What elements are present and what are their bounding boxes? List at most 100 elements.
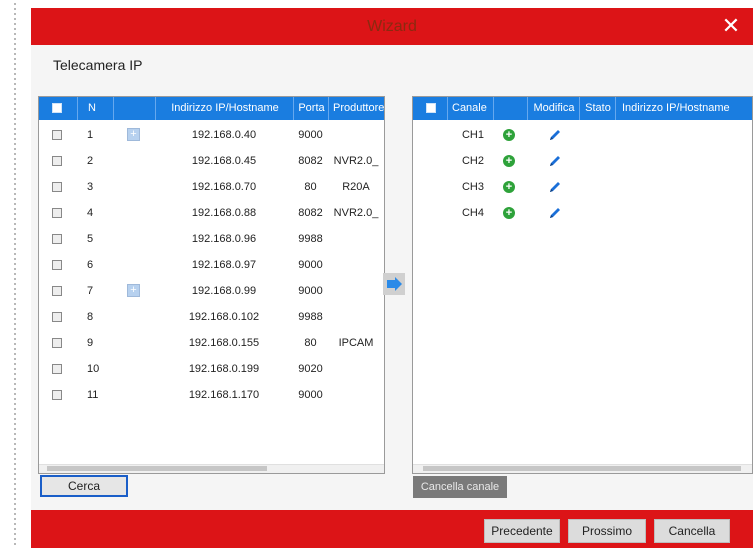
close-icon[interactable]: ✕ [719,12,743,40]
row-ip-address: 192.168.1.170 [188,389,260,401]
row-checkbox[interactable] [52,130,62,140]
select-all-channels-checkbox[interactable] [426,103,436,113]
column-header-port[interactable]: Porta [293,97,329,120]
column-header-product[interactable]: Produttore [328,97,384,120]
row-ip-address: 192.168.0.97 [191,259,257,271]
row-product [328,304,384,330]
row-checkbox[interactable] [52,208,62,218]
row-checkbox[interactable] [52,286,62,296]
row-checkbox[interactable] [52,364,62,374]
row-product: NVR2.0_ [333,207,379,219]
row-ip-address: 192.168.0.70 [191,181,257,193]
ip-camera-row[interactable]: 11 192.168.1.170 9000 [39,382,384,408]
column-header-n[interactable]: N [77,97,113,120]
ip-camera-list-panel: N Indirizzo IP/Hostname Porta Produttore… [38,96,385,474]
ip-camera-row[interactable]: 7 +192.168.0.99 9000 [39,278,384,304]
ip-camera-row[interactable]: 9 192.168.0.155 80 IPCAM [39,330,384,356]
pencil-icon[interactable] [548,128,562,142]
move-to-channel-button[interactable] [383,273,405,295]
ip-camera-row[interactable]: 4 192.168.0.88 8082 NVR2.0_ [39,200,384,226]
row-ip-address: 192.168.0.96 [191,233,257,245]
row-product: IPCAM [338,337,374,349]
row-checkbox[interactable] [52,260,62,270]
ip-camera-table-header: N Indirizzo IP/Hostname Porta Produttore [39,97,384,120]
row-port: 9000 [298,389,323,401]
row-channel: CH1 [461,129,484,141]
section-title: Telecamera IP [53,57,143,73]
select-all-cameras-checkbox[interactable] [52,103,62,113]
footer-bar: Precedente Prossimo Cancella [31,510,753,548]
channel-row[interactable]: CH1 + [413,122,752,148]
row-port: 80 [304,337,317,349]
column-header-add [113,97,156,120]
channel-row[interactable]: CH3 + [413,174,752,200]
row-ip-address: 192.168.0.199 [188,363,260,375]
row-checkbox[interactable] [52,338,62,348]
row-number: 9 [87,337,94,349]
next-button[interactable]: Prossimo [568,519,646,543]
row-checkbox[interactable] [52,182,62,192]
row-checkbox[interactable] [52,312,62,322]
plus-circle-icon[interactable]: + [503,181,515,193]
wizard-dialog: Wizard ✕ Telecamera IP N Indirizzo IP/Ho… [31,8,753,548]
row-number: 8 [87,311,94,323]
column-header-edit[interactable]: Modifica [527,97,580,120]
title-bar: Wizard ✕ [31,8,753,45]
previous-button[interactable]: Precedente [484,519,560,543]
row-number: 2 [87,155,94,167]
arrow-right-icon [387,280,395,288]
row-ip-address: 192.168.0.45 [191,155,257,167]
channel-row[interactable]: CH2 + [413,148,752,174]
ip-camera-row[interactable]: 10 192.168.0.199 9020 [39,356,384,382]
row-port: 9020 [298,363,323,375]
row-checkbox[interactable] [52,234,62,244]
column-header-channel-address[interactable]: Indirizzo IP/Hostname [615,97,752,120]
row-ip-address: 192.168.0.99 [191,285,257,297]
row-checkbox[interactable] [52,156,62,166]
column-header-address[interactable]: Indirizzo IP/Hostname [155,97,294,120]
row-channel: CH3 [461,181,484,193]
ip-camera-row[interactable]: 8 192.168.0.102 9988 [39,304,384,330]
row-channel: CH2 [461,155,484,167]
scrollbar-thumb[interactable] [423,466,741,471]
row-port: 9988 [298,311,323,323]
search-button[interactable]: Cerca [40,475,128,497]
column-header-status[interactable]: Stato [579,97,616,120]
add-to-channel-icon[interactable]: + [127,284,140,297]
cancel-button[interactable]: Cancella [654,519,730,543]
pencil-icon[interactable] [548,206,562,220]
row-product: NVR2.0_ [333,155,379,167]
row-port: 8082 [298,155,323,167]
row-product [328,278,384,304]
row-product: R20A [342,181,370,193]
channel-horizontal-scrollbar[interactable] [413,464,752,473]
plus-circle-icon[interactable]: + [503,207,515,219]
row-number: 10 [87,363,100,375]
row-ip-address: 192.168.0.40 [191,129,257,141]
dialog-title: Wizard [367,17,417,35]
delete-channel-button[interactable]: Cancella canale [413,476,507,498]
ip-camera-row[interactable]: 1 +192.168.0.40 9000 [39,122,384,148]
row-number: 7 [87,285,94,297]
pencil-icon[interactable] [548,154,562,168]
plus-circle-icon[interactable]: + [503,129,515,141]
ip-camera-row[interactable]: 6 192.168.0.97 9000 [39,252,384,278]
row-ip-address: 192.168.0.102 [188,311,260,323]
ip-camera-horizontal-scrollbar[interactable] [39,464,384,473]
add-to-channel-icon[interactable]: + [127,128,140,141]
row-ip-address: 192.168.0.88 [191,207,257,219]
row-checkbox[interactable] [52,390,62,400]
ip-camera-row[interactable]: 3 192.168.0.70 80 R20A [39,174,384,200]
ip-camera-row[interactable]: 5 192.168.0.96 9988 [39,226,384,252]
column-header-channel[interactable]: Canale [447,97,493,120]
ip-camera-row[interactable]: 2 192.168.0.45 8082 NVR2.0_ [39,148,384,174]
row-port: 80 [304,181,317,193]
scrollbar-thumb[interactable] [47,466,267,471]
row-number: 3 [87,181,94,193]
row-product [328,122,384,148]
plus-circle-icon[interactable]: + [503,155,515,167]
channel-table-header: Canale Modifica Stato Indirizzo IP/Hostn… [413,97,752,120]
column-header-add-channel [493,97,528,120]
channel-row[interactable]: CH4 + [413,200,752,226]
pencil-icon[interactable] [548,180,562,194]
